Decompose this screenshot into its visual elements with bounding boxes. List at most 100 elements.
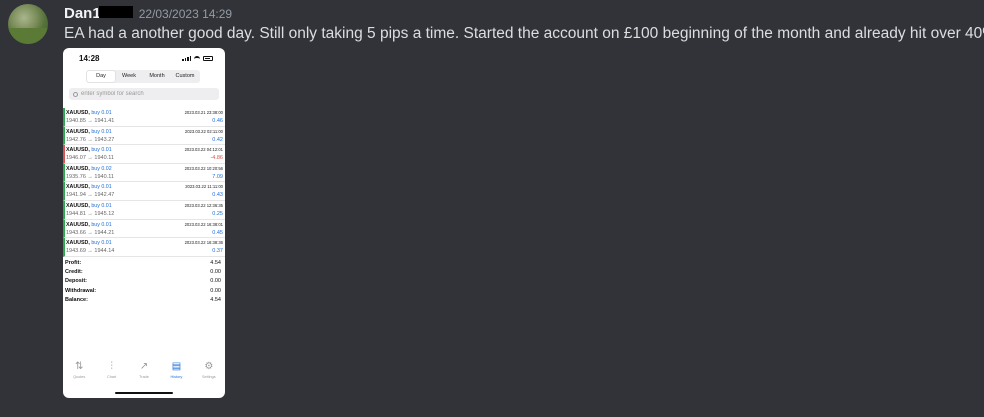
trade-row[interactable]: XAUUSD, buy 0.01 1943.69 → 1944.14 2023.03…	[63, 238, 225, 257]
summary-row: Deposit: 0.00	[63, 277, 225, 286]
symbol-text: XAUUSD,	[66, 165, 90, 172]
trade-side: buy 0.01	[91, 184, 112, 191]
nav-quotes[interactable]: ⇅ Quotes	[63, 361, 95, 387]
summary-label: Balance:	[65, 296, 88, 303]
trade-row[interactable]: XAUUSD, buy 0.01 1943.66 → 1944.21 2023.03…	[63, 219, 225, 239]
symbol-text: XAUUSD,	[66, 221, 90, 228]
home-indicator	[115, 392, 173, 394]
summary-label: Deposit:	[65, 278, 87, 285]
summary-row: Withdrawal: 0.00	[63, 287, 225, 296]
symbol-text: XAUUSD,	[66, 240, 90, 247]
trade-profit: 7.09	[212, 173, 223, 180]
bottom-nav: ⇅ Quotes ⫶ Chart ↗ Trade ▤ History ⚙ Settings	[63, 361, 225, 387]
nav-label: History	[170, 375, 183, 379]
trade-symbol: XAUUSD, buy 0.01	[66, 184, 112, 190]
settings-icon: ⚙	[204, 361, 214, 372]
symbol-text: XAUUSD,	[66, 147, 90, 154]
summary-value: 0.00	[210, 278, 221, 285]
nav-trade[interactable]: ↗ Trade	[128, 361, 160, 387]
nav-settings[interactable]: ⚙ Settings	[193, 361, 225, 387]
nav-chart[interactable]: ⫶ Chart	[95, 361, 127, 387]
summary-label: Credit:	[65, 269, 83, 276]
wifi-icon	[194, 55, 200, 61]
account-summary: Profit: 4.54 Credit: 0.00 Deposit: 0.00 Withdr…	[63, 259, 225, 305]
trade-prices: 1941.94 → 1942.47	[66, 192, 115, 199]
nav-label: Trade	[139, 375, 149, 379]
trade-prices: 1943.69 → 1944.14	[66, 248, 115, 255]
trade-side: buy 0.01	[91, 110, 112, 116]
trade-datetime: 2023.03.22 10:20:56	[184, 165, 223, 171]
trade-row[interactable]: XAUUSD, buy 0.01 1946.07 → 1940.11 2023.03…	[63, 145, 225, 164]
nav-label: Chart	[106, 375, 117, 379]
trade-side: buy 0.02	[91, 165, 112, 172]
symbol-text: XAUUSD,	[66, 128, 90, 135]
trade-profit: 0.25	[212, 210, 223, 217]
trade-profit: -4.86	[210, 155, 223, 162]
trade-prices: 1935.76 → 1940.11	[66, 173, 114, 180]
trade-row[interactable]: XAUUSD, buy 0.01 1942.76 → 1943.27 2023.03…	[63, 126, 225, 146]
trade-profit: 0.45	[212, 229, 223, 236]
history-icon: ▤	[171, 361, 182, 372]
summary-value: 4.54	[210, 296, 221, 303]
trade-side: buy 0.01	[91, 202, 112, 209]
timestamp: 22/03/2023 14:29	[138, 7, 233, 21]
trade-row[interactable]: XAUUSD, buy 0.01 1944.81 → 1945.12 2023.03…	[63, 200, 225, 220]
trade-row[interactable]: XAUUSD, buy 0.02 1935.76 → 1940.11 2023.03…	[63, 163, 225, 183]
signal-icon	[182, 55, 191, 61]
trade-list: XAUUSD, buy 0.01 1940.85 → 1941.41 2023.03…	[63, 108, 225, 257]
trade-symbol: XAUUSD, buy 0.01	[66, 222, 112, 228]
summary-value: 4.54	[210, 260, 221, 266]
trade-prices: 1944.81 → 1945.12	[66, 210, 115, 217]
symbol-text: XAUUSD,	[66, 110, 90, 116]
tab-month[interactable]: Month	[143, 71, 171, 82]
username[interactable]: Dan1	[64, 5, 101, 22]
nav-label: Settings	[201, 375, 216, 379]
summary-value: 0.00	[210, 269, 221, 276]
battery-icon	[203, 55, 213, 61]
trade-symbol: XAUUSD, buy 0.01	[66, 147, 112, 153]
trade-datetime: 2023.03.21 23:38:00	[184, 110, 223, 115]
search-icon	[73, 91, 78, 97]
trade-symbol: XAUUSD, buy 0.02	[66, 166, 112, 172]
symbol-text: XAUUSD,	[66, 202, 90, 209]
trade-symbol: XAUUSD, buy 0.01	[66, 240, 112, 246]
trade-datetime: 2023.03.22 04:12:01	[184, 147, 223, 153]
trade-profit: 0.37	[212, 248, 223, 255]
quotes-icon: ⇅	[75, 361, 84, 372]
phone-status-bar: 14:28	[63, 54, 225, 64]
trade-row[interactable]: XAUUSD, buy 0.01 1940.85 → 1941.41 2023.03…	[63, 108, 225, 127]
trade-datetime: 2023.03.22 11:11:00	[185, 184, 223, 190]
trade-profit: 0.42	[212, 136, 223, 143]
trade-symbol: XAUUSD, buy 0.01	[66, 129, 112, 135]
trade-datetime: 2023.03.22 02:11:00	[184, 128, 223, 134]
trade-prices: 1943.66 → 1944.21	[66, 229, 115, 236]
trade-symbol: XAUUSD, buy 0.01	[66, 203, 112, 209]
tab-day[interactable]: Day	[87, 71, 115, 82]
trade-datetime: 2023.03.22 16:38:01	[184, 221, 223, 227]
trade-prices: 1940.85 → 1941.41	[66, 118, 115, 124]
summary-row: Balance: 4.54	[63, 296, 225, 305]
avatar[interactable]	[8, 4, 48, 44]
trade-datetime: 2023.03.22 16:38:36	[184, 240, 223, 246]
summary-row: Profit: 4.54	[63, 259, 225, 268]
tab-custom[interactable]: Custom	[171, 71, 199, 82]
redaction-bar	[98, 6, 133, 18]
trade-prices: 1946.07 → 1940.11	[66, 155, 114, 162]
trade-row[interactable]: XAUUSD, buy 0.01 1941.94 → 1942.47 2023.03…	[63, 182, 225, 201]
trade-profit: 0.43	[212, 192, 223, 199]
trade-prices: 1942.76 → 1943.27	[66, 136, 115, 143]
attached-screenshot[interactable]: 14:28 DayWeekMonthCustom XAUUSD, buy 0.0…	[63, 48, 225, 398]
message-text: EA had a another good day. Still only ta…	[64, 25, 984, 42]
symbol-search[interactable]	[69, 88, 219, 100]
status-icons	[182, 55, 213, 61]
nav-history[interactable]: ▤ History	[160, 361, 192, 387]
period-segmented-control: Day Week Month Custom	[86, 70, 200, 83]
trade-side: buy 0.01	[91, 221, 112, 228]
nav-label: Quotes	[73, 375, 86, 379]
tab-week[interactable]: Week	[115, 71, 143, 82]
trade-side: buy 0.01	[91, 147, 112, 154]
status-time: 14:28	[79, 54, 100, 63]
search-input[interactable]	[81, 91, 201, 97]
summary-value: 0.00	[210, 287, 221, 294]
summary-row: Credit: 0.00	[63, 268, 225, 277]
